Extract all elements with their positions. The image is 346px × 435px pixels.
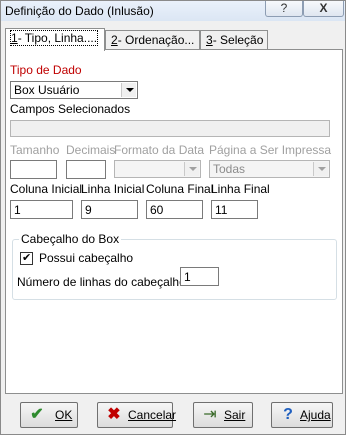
tab-panel: Tipo de Dado Box Usuário Campos Selecion… [5, 49, 343, 394]
tab-selecao[interactable]: 3- Seleção [200, 30, 268, 50]
tab-ordenacao-label: 2- Ordenação... [111, 33, 195, 47]
linha-inicial-label: Linha Inicial [81, 182, 145, 196]
decimais-field[interactable] [66, 160, 106, 179]
chevron-down-icon [121, 83, 136, 97]
tab-strip: 1- Tipo, Linha.... 2- Ordenação... 3- Se… [5, 28, 343, 51]
chevron-down-icon [184, 162, 199, 176]
cancelar-button[interactable]: ✖ Cancelar [97, 402, 177, 428]
num-linhas-field[interactable]: 1 [180, 267, 219, 286]
sair-button[interactable]: ⇥ Sair [193, 402, 253, 428]
tipo-dado-select[interactable]: Box Usuário [10, 81, 138, 99]
tipo-dado-label: Tipo de Dado [10, 63, 82, 77]
linha-final-label: Linha Final [211, 182, 270, 196]
linha-inicial-field[interactable]: 9 [81, 200, 138, 219]
num-linhas-label: Número de linhas do cabeçalho [17, 275, 186, 289]
sair-button-label: Sair [224, 408, 246, 422]
cabecalho-group-title: Cabeçalho do Box [19, 232, 122, 246]
cabecalho-groupbox: Cabeçalho do Box Possui cabeçalho Número… [12, 232, 337, 300]
tab-tipo-linha-label: 1- Tipo, Linha.... [9, 30, 99, 46]
title-bar: Definição do Dado (Inlusão) ? X [1, 1, 345, 21]
ajuda-button[interactable]: ? Ajuda [271, 402, 333, 428]
formato-data-label: Formato da Data [114, 143, 205, 157]
exit-icon: ⇥ [203, 406, 217, 423]
pagina-impressa-label: Página a Ser Impressa [209, 143, 332, 157]
pagina-impressa-value: Todas [213, 162, 246, 176]
chevron-down-icon [313, 162, 328, 176]
coluna-final-label: Coluna Final [146, 182, 214, 196]
ok-button[interactable]: ✔ OK [20, 402, 78, 428]
cancelar-button-label: Cancelar [128, 408, 177, 422]
question-icon: ? [283, 406, 293, 423]
help-icon: ? [280, 1, 288, 15]
tamanho-label: Tamanho [10, 143, 60, 157]
check-icon: ✔ [30, 406, 44, 423]
coluna-inicial-field[interactable]: 1 [10, 200, 73, 219]
help-title-button[interactable]: ? [265, 1, 303, 17]
tab-tipo-linha[interactable]: 1- Tipo, Linha.... [5, 28, 105, 51]
tab-selecao-label: 3- Seleção [206, 33, 264, 47]
linha-final-field[interactable]: 11 [211, 200, 258, 219]
tipo-dado-value: Box Usuário [14, 83, 80, 97]
possui-cabecalho-label: Possui cabeçalho [39, 251, 134, 265]
coluna-inicial-label: Coluna Inicial [10, 182, 83, 196]
close-icon: X [319, 1, 328, 15]
x-icon: ✖ [107, 406, 121, 423]
tamanho-field[interactable] [10, 160, 57, 179]
campos-selecionados-label: Campos Selecionados [10, 102, 131, 116]
formato-data-select[interactable] [114, 160, 201, 178]
pagina-impressa-select[interactable]: Todas [209, 160, 330, 178]
campos-selecionados-field[interactable] [10, 120, 330, 137]
close-button[interactable]: X [303, 1, 344, 17]
coluna-final-field[interactable]: 60 [146, 200, 203, 219]
decimais-label: Decimais [66, 143, 116, 157]
window-title: Definição do Dado (Inlusão) [5, 4, 154, 18]
dialog-window: Definição do Dado (Inlusão) ? X 1- Tipo,… [0, 0, 346, 435]
tab-ordenacao[interactable]: 2- Ordenação... [105, 30, 200, 50]
possui-cabecalho-checkbox[interactable] [20, 251, 33, 265]
ajuda-button-label: Ajuda [300, 408, 331, 422]
ok-button-label: OK [55, 408, 73, 422]
